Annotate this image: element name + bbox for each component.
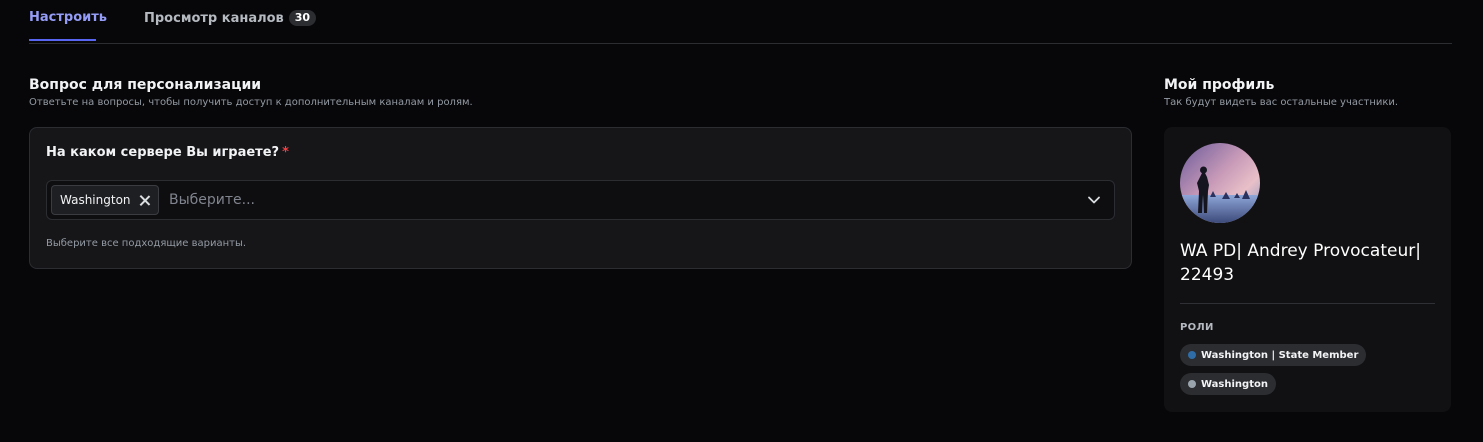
role-name: Washington | State Member (1201, 349, 1359, 361)
required-star: * (282, 145, 289, 160)
question-label: На каком сервере Вы играете? (46, 145, 280, 160)
roles-label: РОЛИ (1180, 322, 1214, 333)
profile-divider (1180, 303, 1435, 304)
role-name: Washington (1201, 378, 1268, 390)
profile-card: WA PD| Andrey Provocateur| 22493 РОЛИ Wa… (1164, 127, 1451, 412)
role-pill: Washington | State Member (1180, 344, 1367, 366)
selected-option-label: Washington (60, 193, 131, 207)
profile-subtitle: Так будут видеть вас остальные участники… (1164, 97, 1399, 108)
selected-option-chip: Washington (51, 185, 159, 215)
profile-title: Мой профиль (1164, 77, 1275, 93)
active-tab-indicator (29, 39, 96, 41)
personalization-subtitle: Ответьте на вопросы, чтобы получить дост… (29, 97, 473, 108)
tab-browse-channels[interactable]: Просмотр каналов 30 (144, 10, 317, 26)
profile-display-name: WA PD| Andrey Provocateur| 22493 (1180, 241, 1421, 285)
select-hint: Выберите все подходящие варианты. (46, 238, 247, 249)
tab-setup[interactable]: Настроить (29, 10, 107, 41)
tab-browse-channels-label: Просмотр каналов (144, 11, 284, 26)
role-color-dot (1188, 380, 1196, 388)
channels-count-badge: 30 (288, 10, 317, 26)
personalization-title: Вопрос для персонализации (29, 77, 262, 93)
role-pill: Washington (1180, 373, 1276, 395)
chevron-down-icon[interactable] (1087, 193, 1101, 207)
avatar[interactable] (1180, 143, 1260, 223)
avatar-image (1180, 143, 1260, 223)
role-color-dot (1188, 351, 1196, 359)
remove-option-icon[interactable] (139, 195, 150, 206)
tab-setup-label: Настроить (29, 10, 107, 25)
server-multi-select[interactable]: Washington Выберите... (46, 180, 1115, 220)
select-placeholder: Выберите... (169, 192, 256, 208)
question-text: На каком сервере Вы играете? * (46, 145, 289, 160)
tab-bar: Настроить Просмотр каналов 30 (29, 0, 1452, 44)
question-card: На каком сервере Вы играете? * Washington… (29, 127, 1132, 269)
